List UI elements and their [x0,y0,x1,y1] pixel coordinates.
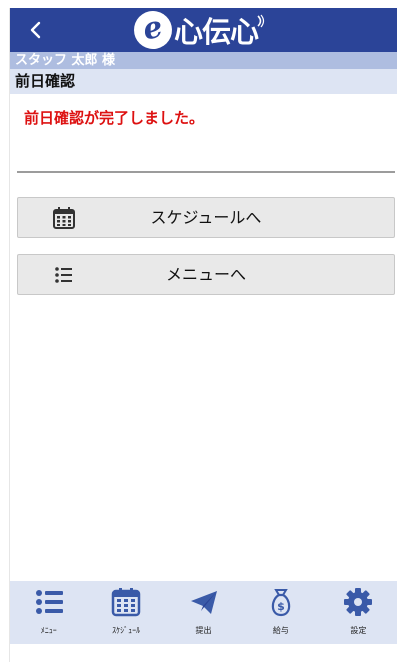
signal-waves-icon [257,14,265,28]
nav-label-submit: 提出 [195,626,212,635]
user-name-bar: スタッフ 太郎 様 [10,52,397,69]
svg-text:$: $ [277,600,285,613]
schedule-button-label: スケジュールへ [150,208,262,227]
nav-label-settings: 設定 [350,626,367,635]
chevron-left-icon [30,21,41,39]
money-bag-icon: $ [264,586,298,618]
nav-item-submit[interactable]: 提出 [165,581,242,644]
app-frame: e 心伝心 スタッフ 太郎 様 前日確認 前日確認が完了しました。 スケジュール… [9,7,397,662]
nav-item-menu[interactable]: ﾒﾆｭｰ [10,581,87,644]
go-to-menu-button[interactable]: メニューへ [17,254,395,295]
app-logo: e 心伝心 [130,7,284,53]
gear-icon [341,586,375,618]
nav-label-salary: 給与 [272,626,289,635]
go-to-schedule-button[interactable]: スケジュールへ [17,197,395,238]
calendar-icon [109,586,143,618]
back-button[interactable] [20,14,52,46]
divider [17,171,395,173]
page-title: 前日確認 [10,69,397,94]
logo-text: 心伝心 [174,15,259,49]
nav-item-salary[interactable]: $ 給与 [242,581,319,644]
app-header: e 心伝心 [10,7,397,53]
nav-item-settings[interactable]: 設定 [320,581,397,644]
completion-message: 前日確認が完了しました。 [24,109,205,127]
bottom-navigation: ﾒﾆｭｰ ｽｹｼﾞｭｰﾙ 提出 $ 給与 設定 [10,581,397,644]
paper-plane-icon [187,586,221,618]
nav-item-schedule[interactable]: ｽｹｼﾞｭｰﾙ [87,581,164,644]
nav-label-schedule: ｽｹｼﾞｭｰﾙ [112,626,141,635]
nav-label-menu: ﾒﾆｭｰ [40,626,57,635]
menu-button-label: メニューへ [165,265,246,284]
list-icon [32,586,66,618]
logo-e-mark: e [130,7,176,53]
